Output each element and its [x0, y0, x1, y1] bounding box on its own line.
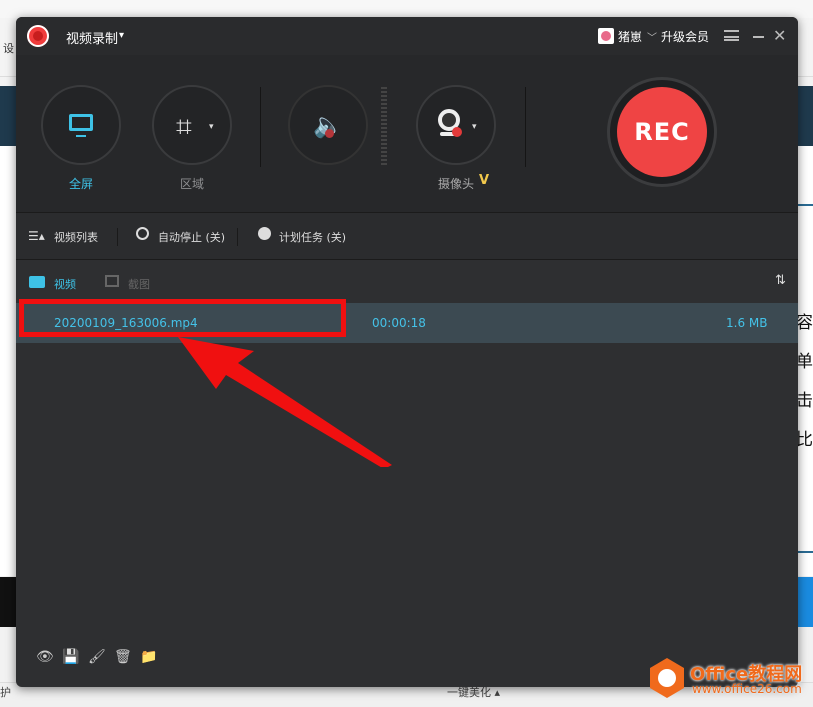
annotation-arrow [178, 337, 392, 467]
office-logo-icon [650, 658, 684, 698]
background-text-char: 击 [796, 391, 813, 411]
tab-video[interactable]: 视频 [54, 276, 76, 292]
chevron-down-icon[interactable]: ▾ [209, 122, 214, 132]
chevron-down-icon[interactable]: ▾ [472, 122, 477, 132]
file-size: 1.6 MB [726, 316, 768, 330]
chevron-down-icon[interactable]: ▾ [119, 30, 124, 41]
app-logo-icon [27, 25, 49, 47]
vip-badge: V [479, 173, 490, 188]
user-name[interactable]: 猪崽 [618, 28, 642, 45]
eye-icon[interactable]: 👁 [36, 649, 54, 665]
close-icon[interactable]: ✕ [773, 26, 786, 46]
background-status-char: 护 [0, 686, 11, 699]
auto-stop-button[interactable]: 自动停止 (关) [158, 229, 225, 245]
crop-icon: ⌗ [176, 110, 192, 143]
title-bar: 视频录制 ▾ 猪崽 ﹀ 升级会员 ✕ [16, 17, 798, 55]
region-button[interactable] [152, 85, 232, 165]
fullscreen-label: 全屏 [68, 177, 93, 191]
video-icon[interactable] [29, 276, 45, 288]
upgrade-button[interactable]: 升级会员 [661, 28, 709, 45]
watermark: Office教程网 www.office26.com [650, 658, 813, 706]
annotation-highlight-box [19, 299, 346, 337]
background-blue-band [796, 577, 813, 627]
file-duration: 00:00:18 [372, 316, 426, 330]
sort-icon[interactable]: ⇅ [775, 273, 786, 288]
background-left-char: 设 [3, 42, 14, 55]
folder-icon[interactable]: 📁 [140, 649, 157, 665]
region-label: 区域 [179, 177, 204, 191]
media-tabs: 视频 截图 ⇅ [16, 260, 798, 303]
background-divider [796, 204, 813, 206]
trash-icon[interactable]: 🗑 [114, 649, 132, 665]
watermark-url: www.office26.com [692, 682, 802, 696]
video-list-toggle[interactable]: 视频列表 [54, 229, 98, 245]
disabled-badge-icon [452, 127, 462, 137]
clock-icon[interactable] [258, 227, 271, 240]
screenshot-icon[interactable] [105, 275, 119, 287]
audio-level-meter [381, 87, 387, 165]
schedule-task-button[interactable]: 计划任务 (关) [279, 229, 346, 245]
alarm-clock-icon[interactable] [136, 227, 149, 240]
mode-selector[interactable]: 视频录制 [66, 28, 118, 47]
minimize-icon[interactable] [753, 36, 764, 38]
menu-icon[interactable] [724, 30, 739, 41]
chevron-down-icon[interactable]: ﹀ [647, 29, 657, 44]
user-avatar[interactable] [598, 28, 614, 44]
background-text-char: 比 [796, 430, 813, 450]
background-divider [796, 551, 813, 553]
options-divider [237, 228, 238, 246]
monitor-icon [69, 114, 93, 137]
options-divider [117, 228, 118, 246]
toolbar-divider [260, 87, 261, 167]
list-icon[interactable]: ☰▴ [28, 229, 45, 243]
options-bar: ☰▴ 视频列表 自动停止 (关) 计划任务 (关) [16, 212, 798, 260]
brush-icon[interactable]: 🖌 [88, 649, 106, 665]
capture-toolbar: 全屏 ⌗ ▾ 区域 🔈 ▾ 摄像头 V REC [16, 55, 798, 212]
background-text-char: 单 [796, 352, 813, 372]
rec-label[interactable]: REC [617, 118, 707, 146]
tab-screenshot[interactable]: 截图 [128, 276, 150, 292]
save-icon[interactable]: 💾 [62, 649, 79, 665]
recorder-window: 视频录制 ▾ 猪崽 ﹀ 升级会员 ✕ 全屏 ⌗ ▾ 区域 🔈 ▾ 摄像头 V R… [16, 17, 798, 687]
background-top-bar [0, 0, 813, 18]
disabled-badge-icon [325, 129, 334, 138]
background-text-char: 容 [796, 313, 813, 333]
toolbar-divider [525, 87, 526, 167]
